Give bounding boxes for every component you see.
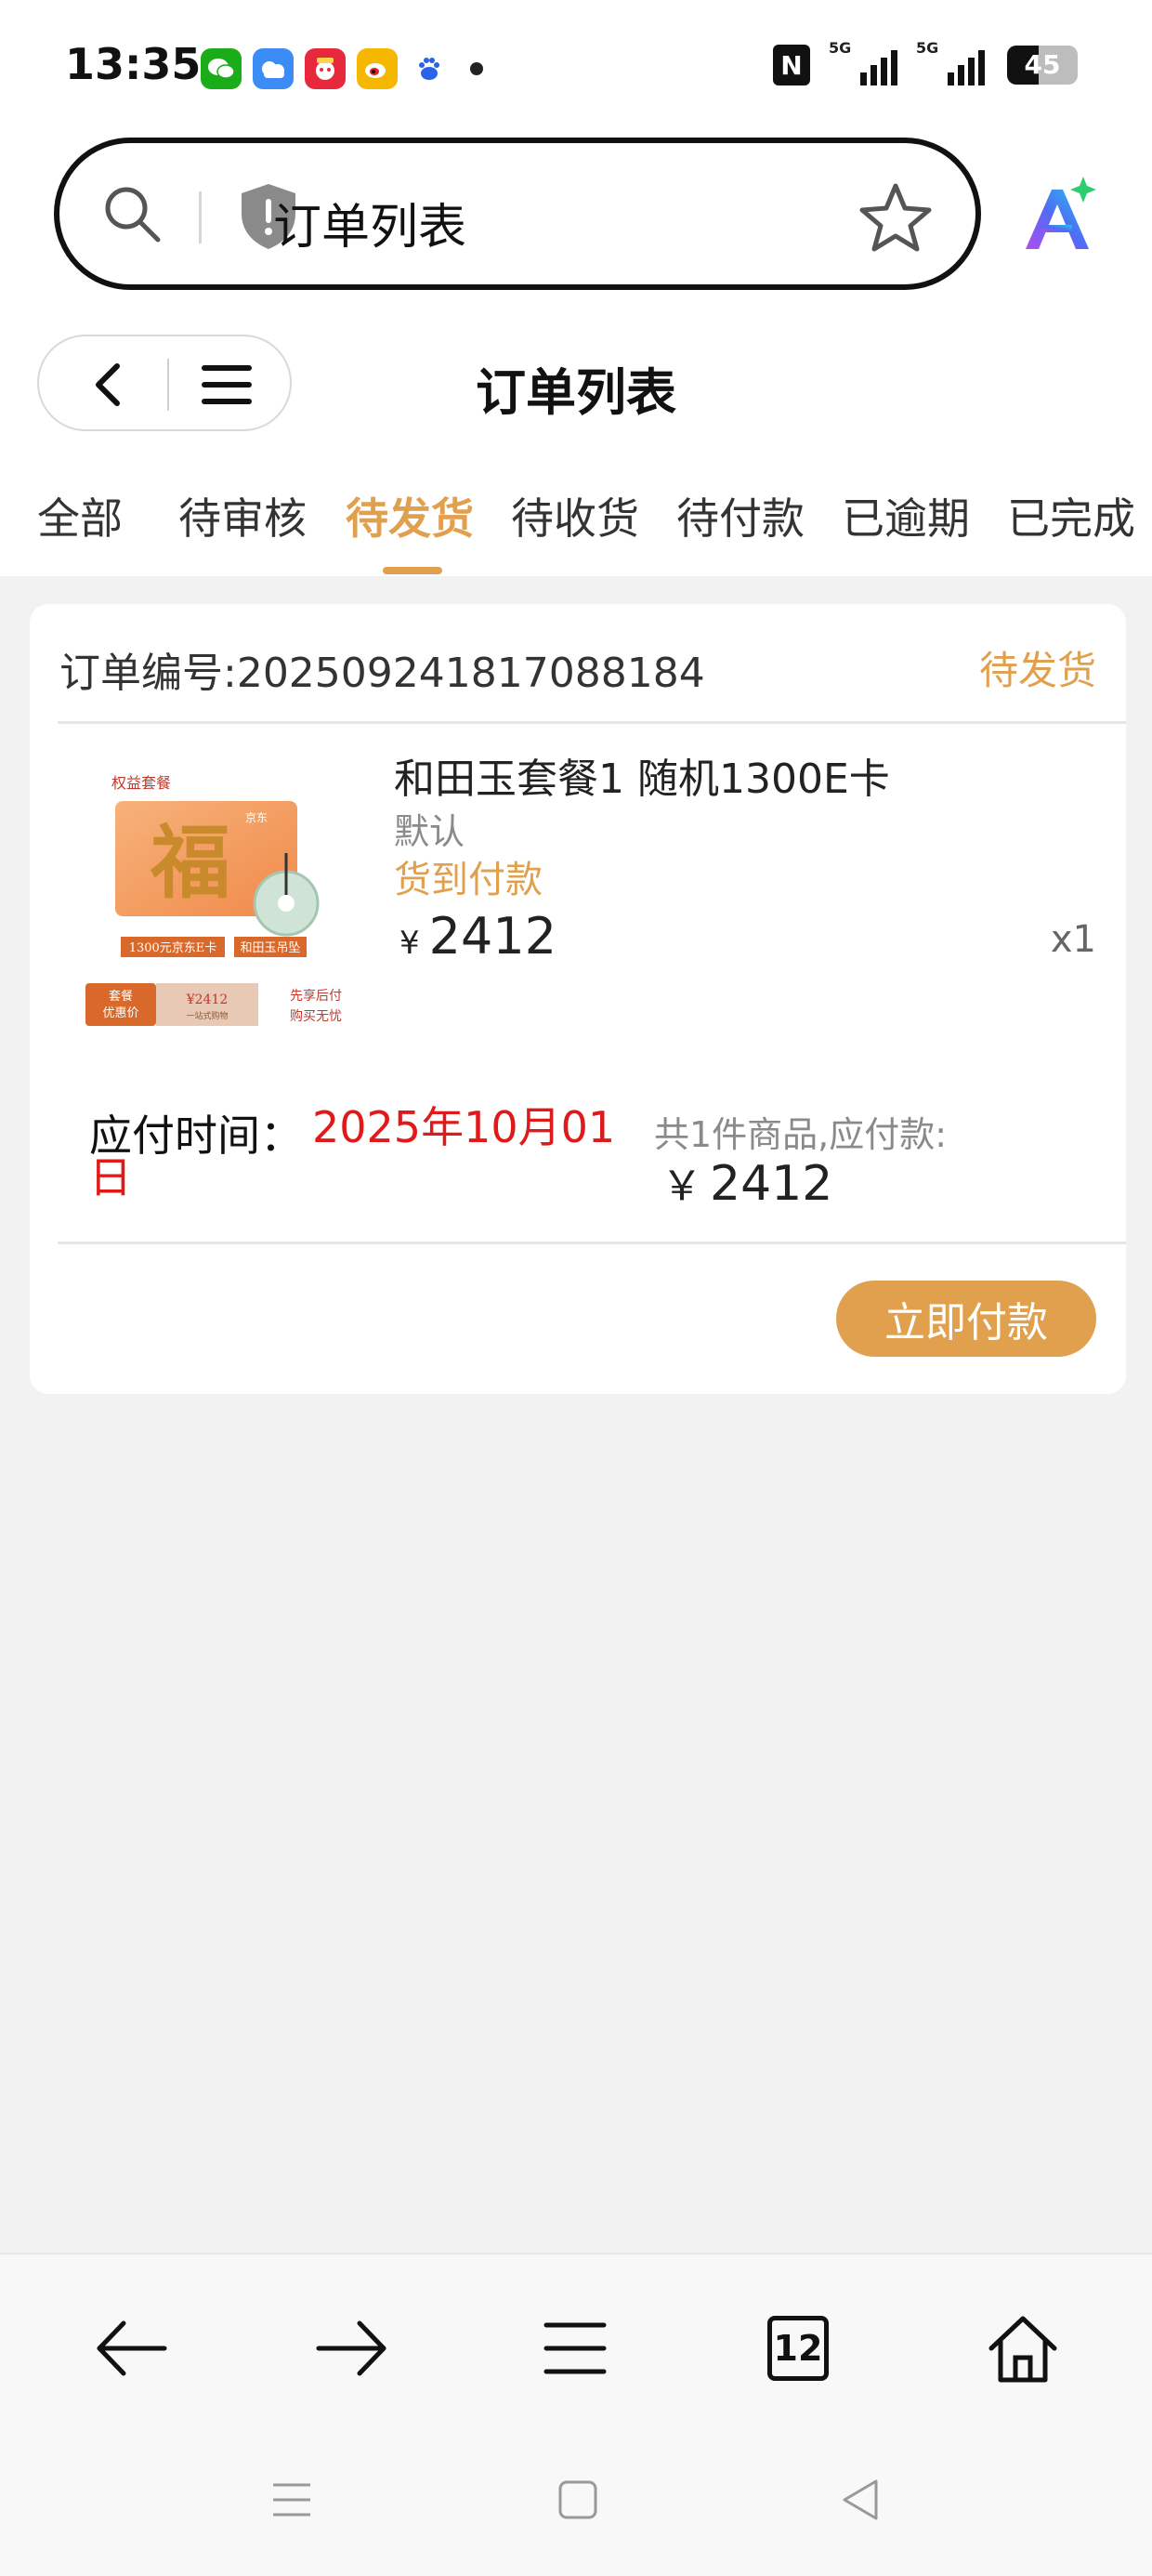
notification-dot — [470, 62, 483, 75]
arrow-right-icon — [316, 2320, 386, 2376]
address-bar[interactable]: 订单列表 — [54, 138, 981, 290]
status-app-icons — [201, 48, 483, 89]
svg-text:京东: 京东 — [245, 811, 268, 824]
tab-all[interactable]: 全部 — [37, 485, 123, 546]
nfc-icon: N — [773, 45, 810, 85]
page-title: 订单列表 — [476, 363, 676, 422]
order-card[interactable]: 订单编号:202509241817088184 待发货 权益套餐 福 京东 13… — [30, 604, 1126, 1394]
tab-pending-review[interactable]: 待审核 — [178, 485, 307, 546]
forward-button[interactable] — [310, 2307, 394, 2390]
svg-text:先享后付: 先享后付 — [290, 988, 342, 1004]
active-tab-indicator — [383, 567, 442, 574]
pay-now-button[interactable]: 立即付款 — [836, 1281, 1096, 1357]
search-icon[interactable] — [100, 182, 165, 247]
system-back-button[interactable] — [832, 2472, 888, 2528]
tab-overdue[interactable]: 已逾期 — [842, 485, 970, 546]
tab-pending-receipt[interactable]: 待收货 — [511, 485, 639, 546]
signal-icon-2: 5G — [916, 39, 985, 85]
due-time-value: 2025年10月01日 — [89, 1102, 616, 1203]
browser-toolbar: 12 — [0, 2253, 1152, 2435]
recents-icon — [273, 2483, 310, 2517]
bookmark-star-icon[interactable] — [858, 180, 933, 255]
weather-icon — [253, 48, 294, 89]
svg-text:套餐: 套餐 — [109, 989, 133, 1004]
svg-text:优惠价: 优惠价 — [102, 1006, 138, 1020]
wechat-icon — [201, 48, 242, 89]
system-navigation-bar — [0, 2435, 1152, 2576]
square-icon — [558, 2480, 597, 2519]
order-summary-label: 共1件商品,应付款: — [654, 1114, 948, 1155]
status-bar: 13:35 N 5G 5G 45 — [0, 0, 1152, 130]
home-button[interactable] — [981, 2307, 1065, 2390]
status-time: 13:35 — [65, 39, 202, 89]
triangle-back-icon — [843, 2479, 878, 2520]
svg-text:¥2412: ¥2412 — [186, 992, 229, 1007]
order-status-label: 待发货 — [978, 648, 1096, 693]
tab-pending-payment[interactable]: 待付款 — [676, 485, 805, 546]
page-header: 订单列表 — [0, 297, 1152, 455]
svg-text:权益套餐: 权益套餐 — [111, 774, 171, 792]
system-home-button[interactable] — [550, 2472, 606, 2528]
tab-count-badge: 12 — [767, 2316, 829, 2381]
tabs-button[interactable]: 12 — [756, 2307, 840, 2390]
payment-method: 货到付款 — [394, 859, 543, 901]
product-price: ¥2412 — [399, 907, 557, 966]
order-status-tabs: 全部 待审核 待发货 待收货 待付款 已逾期 已完成 — [0, 455, 1152, 576]
baidu-icon — [409, 48, 450, 89]
tab-pending-shipment[interactable]: 待发货 — [346, 485, 474, 546]
pinduoduo-icon — [305, 48, 346, 89]
back-button[interactable] — [89, 2307, 173, 2390]
product-spec: 默认 — [394, 811, 465, 852]
battery-icon: 45 — [1007, 46, 1078, 85]
svg-text:1300元京东E卡: 1300元京东E卡 — [129, 941, 217, 955]
svg-text:购买无忧: 购买无忧 — [290, 1009, 342, 1024]
svg-text:和田玉吊坠: 和田玉吊坠 — [240, 940, 300, 955]
product-name[interactable]: 和田玉套餐1 随机1300E卡 — [394, 745, 890, 805]
signal-icon-1: 5G — [829, 39, 897, 85]
address-title[interactable]: 订单列表 — [273, 188, 466, 257]
browser-menu-button[interactable] — [533, 2307, 617, 2390]
address-divider — [199, 191, 202, 243]
svg-text:福: 福 — [150, 816, 230, 910]
hamburger-icon — [543, 2322, 607, 2374]
order-number: 订单编号:202509241817088184 — [59, 650, 705, 697]
browser-top-bar: 订单列表 — [0, 130, 1152, 297]
weibo-icon — [357, 48, 398, 89]
recent-apps-button[interactable] — [264, 2472, 320, 2528]
svg-text:一站式购物: 一站式购物 — [186, 1010, 228, 1021]
product-quantity: x1 — [1050, 918, 1096, 961]
ai-assistant-icon[interactable] — [1018, 177, 1096, 255]
order-total-price: ￥ 2412 — [661, 1156, 833, 1212]
home-icon — [988, 2316, 1057, 2383]
arrow-left-icon — [97, 2320, 167, 2376]
status-right: N 5G 5G 45 — [773, 39, 1078, 85]
tab-completed[interactable]: 已完成 — [1007, 485, 1135, 546]
product-image[interactable]: 权益套餐 福 京东 1300元京东E卡 和田玉吊坠 套餐 优惠价 ¥2412 一… — [85, 760, 383, 1039]
card-divider-top — [58, 721, 1126, 724]
card-divider-bottom — [58, 1242, 1126, 1244]
